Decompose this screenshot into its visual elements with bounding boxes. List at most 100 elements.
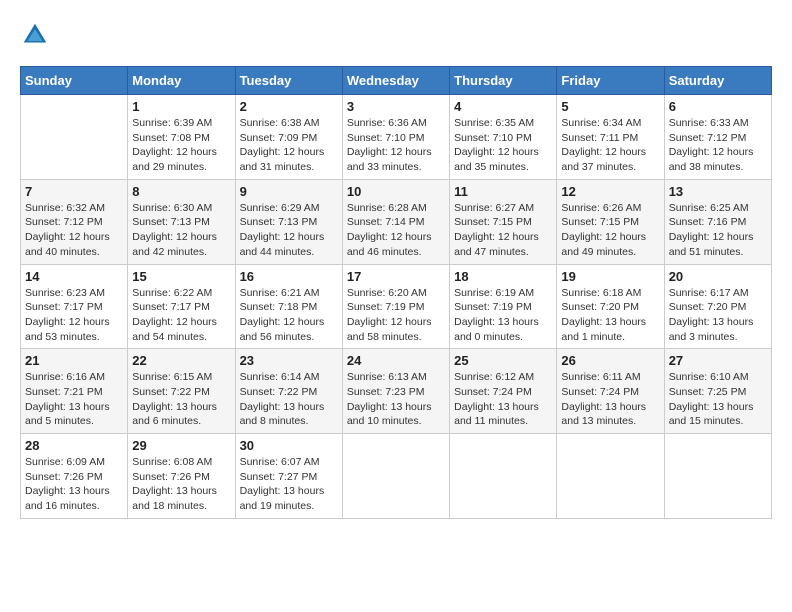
day-number: 14 [25, 269, 123, 284]
calendar-cell: 27 Sunrise: 6:10 AMSunset: 7:25 PMDayligh… [664, 349, 771, 434]
calendar-cell [664, 434, 771, 519]
calendar-cell: 17 Sunrise: 6:20 AMSunset: 7:19 PMDayligh… [342, 264, 449, 349]
calendar-cell: 26Sunrise: 6:11 AMSunset: 7:24 PMDayligh… [557, 349, 664, 434]
day-info: Sunrise: 6:23 AMSunset: 7:17 PMDaylight:… [25, 286, 123, 345]
day-number: 2 [240, 99, 338, 114]
calendar-header-row: SundayMondayTuesdayWednesdayThursdayFrid… [21, 67, 772, 95]
day-info: Sunrise: 6:17 AMSunset: 7:20 PMDaylight:… [669, 286, 767, 345]
weekday-header: Monday [128, 67, 235, 95]
day-number: 21 [25, 353, 123, 368]
logo-icon [20, 20, 50, 50]
day-info: Sunrise: 6:39 AMSunset: 7:08 PMDaylight:… [132, 116, 230, 175]
calendar-cell [21, 95, 128, 180]
day-info: Sunrise: 6:19 AMSunset: 7:19 PMDaylight:… [454, 286, 552, 345]
day-info: Sunrise: 6:28 AMSunset: 7:14 PMDaylight:… [347, 201, 445, 260]
weekday-header: Tuesday [235, 67, 342, 95]
day-number: 16 [240, 269, 338, 284]
page-header [20, 20, 772, 50]
calendar-cell: 25Sunrise: 6:12 AMSunset: 7:24 PMDayligh… [450, 349, 557, 434]
day-info: Sunrise: 6:30 AMSunset: 7:13 PMDaylight:… [132, 201, 230, 260]
day-number: 20 [669, 269, 767, 284]
day-number: 6 [669, 99, 767, 114]
calendar-cell: 23 Sunrise: 6:14 AMSunset: 7:22 PMDayligh… [235, 349, 342, 434]
day-number: 25 [454, 353, 552, 368]
calendar-cell: 8 Sunrise: 6:30 AMSunset: 7:13 PMDaylight… [128, 179, 235, 264]
day-number: 9 [240, 184, 338, 199]
day-info: Sunrise: 6:20 AMSunset: 7:19 PMDaylight:… [347, 286, 445, 345]
day-number: 11 [454, 184, 552, 199]
day-number: 10 [347, 184, 445, 199]
calendar-cell: 16Sunrise: 6:21 AMSunset: 7:18 PMDayligh… [235, 264, 342, 349]
calendar-week-row: 1 Sunrise: 6:39 AMSunset: 7:08 PMDaylight… [21, 95, 772, 180]
day-info: Sunrise: 6:26 AMSunset: 7:15 PMDaylight:… [561, 201, 659, 260]
day-number: 12 [561, 184, 659, 199]
day-number: 8 [132, 184, 230, 199]
calendar-cell [450, 434, 557, 519]
day-number: 3 [347, 99, 445, 114]
day-number: 30 [240, 438, 338, 453]
day-info: Sunrise: 6:32 AMSunset: 7:12 PMDaylight:… [25, 201, 123, 260]
day-number: 18 [454, 269, 552, 284]
day-info: Sunrise: 6:14 AMSunset: 7:22 PMDaylight:… [240, 370, 338, 429]
day-number: 24 [347, 353, 445, 368]
calendar-cell: 14 Sunrise: 6:23 AMSunset: 7:17 PMDayligh… [21, 264, 128, 349]
day-info: Sunrise: 6:38 AMSunset: 7:09 PMDaylight:… [240, 116, 338, 175]
day-number: 22 [132, 353, 230, 368]
calendar-cell [342, 434, 449, 519]
day-number: 5 [561, 99, 659, 114]
day-number: 4 [454, 99, 552, 114]
calendar-cell: 15 Sunrise: 6:22 AMSunset: 7:17 PMDayligh… [128, 264, 235, 349]
calendar-cell: 4 Sunrise: 6:35 AMSunset: 7:10 PMDaylight… [450, 95, 557, 180]
calendar-cell: 12 Sunrise: 6:26 AMSunset: 7:15 PMDayligh… [557, 179, 664, 264]
calendar-cell: 11 Sunrise: 6:27 AMSunset: 7:15 PMDayligh… [450, 179, 557, 264]
day-info: Sunrise: 6:07 AMSunset: 7:27 PMDaylight:… [240, 455, 338, 514]
day-info: Sunrise: 6:36 AMSunset: 7:10 PMDaylight:… [347, 116, 445, 175]
day-info: Sunrise: 6:33 AMSunset: 7:12 PMDaylight:… [669, 116, 767, 175]
calendar-cell: 24 Sunrise: 6:13 AMSunset: 7:23 PMDayligh… [342, 349, 449, 434]
calendar-table: SundayMondayTuesdayWednesdayThursdayFrid… [20, 66, 772, 519]
calendar-cell: 21Sunrise: 6:16 AMSunset: 7:21 PMDayligh… [21, 349, 128, 434]
weekday-header: Wednesday [342, 67, 449, 95]
day-number: 23 [240, 353, 338, 368]
calendar-cell: 3 Sunrise: 6:36 AMSunset: 7:10 PMDaylight… [342, 95, 449, 180]
weekday-header: Friday [557, 67, 664, 95]
day-info: Sunrise: 6:25 AMSunset: 7:16 PMDaylight:… [669, 201, 767, 260]
day-number: 19 [561, 269, 659, 284]
day-number: 27 [669, 353, 767, 368]
calendar-cell: 7 Sunrise: 6:32 AMSunset: 7:12 PMDaylight… [21, 179, 128, 264]
calendar-cell: 6 Sunrise: 6:33 AMSunset: 7:12 PMDaylight… [664, 95, 771, 180]
calendar-cell: 2 Sunrise: 6:38 AMSunset: 7:09 PMDaylight… [235, 95, 342, 180]
calendar-week-row: 14 Sunrise: 6:23 AMSunset: 7:17 PMDayligh… [21, 264, 772, 349]
calendar-cell: 20 Sunrise: 6:17 AMSunset: 7:20 PMDayligh… [664, 264, 771, 349]
day-info: Sunrise: 6:10 AMSunset: 7:25 PMDaylight:… [669, 370, 767, 429]
calendar-week-row: 21Sunrise: 6:16 AMSunset: 7:21 PMDayligh… [21, 349, 772, 434]
day-number: 28 [25, 438, 123, 453]
day-info: Sunrise: 6:09 AMSunset: 7:26 PMDaylight:… [25, 455, 123, 514]
day-info: Sunrise: 6:27 AMSunset: 7:15 PMDaylight:… [454, 201, 552, 260]
day-info: Sunrise: 6:15 AMSunset: 7:22 PMDaylight:… [132, 370, 230, 429]
calendar-cell: 30 Sunrise: 6:07 AMSunset: 7:27 PMDayligh… [235, 434, 342, 519]
calendar-cell [557, 434, 664, 519]
calendar-cell: 28 Sunrise: 6:09 AMSunset: 7:26 PMDayligh… [21, 434, 128, 519]
day-number: 15 [132, 269, 230, 284]
weekday-header: Sunday [21, 67, 128, 95]
day-info: Sunrise: 6:35 AMSunset: 7:10 PMDaylight:… [454, 116, 552, 175]
weekday-header: Thursday [450, 67, 557, 95]
day-number: 17 [347, 269, 445, 284]
calendar-week-row: 7 Sunrise: 6:32 AMSunset: 7:12 PMDaylight… [21, 179, 772, 264]
day-info: Sunrise: 6:13 AMSunset: 7:23 PMDaylight:… [347, 370, 445, 429]
day-info: Sunrise: 6:11 AMSunset: 7:24 PMDaylight:… [561, 370, 659, 429]
calendar-cell: 13 Sunrise: 6:25 AMSunset: 7:16 PMDayligh… [664, 179, 771, 264]
day-number: 7 [25, 184, 123, 199]
day-info: Sunrise: 6:22 AMSunset: 7:17 PMDaylight:… [132, 286, 230, 345]
calendar-cell: 19Sunrise: 6:18 AMSunset: 7:20 PMDayligh… [557, 264, 664, 349]
calendar-cell: 22 Sunrise: 6:15 AMSunset: 7:22 PMDayligh… [128, 349, 235, 434]
calendar-cell: 9Sunrise: 6:29 AMSunset: 7:13 PMDaylight… [235, 179, 342, 264]
day-info: Sunrise: 6:08 AMSunset: 7:26 PMDaylight:… [132, 455, 230, 514]
day-number: 29 [132, 438, 230, 453]
calendar-cell: 1 Sunrise: 6:39 AMSunset: 7:08 PMDaylight… [128, 95, 235, 180]
calendar-cell: 10 Sunrise: 6:28 AMSunset: 7:14 PMDayligh… [342, 179, 449, 264]
day-number: 1 [132, 99, 230, 114]
calendar-cell: 29 Sunrise: 6:08 AMSunset: 7:26 PMDayligh… [128, 434, 235, 519]
day-number: 13 [669, 184, 767, 199]
